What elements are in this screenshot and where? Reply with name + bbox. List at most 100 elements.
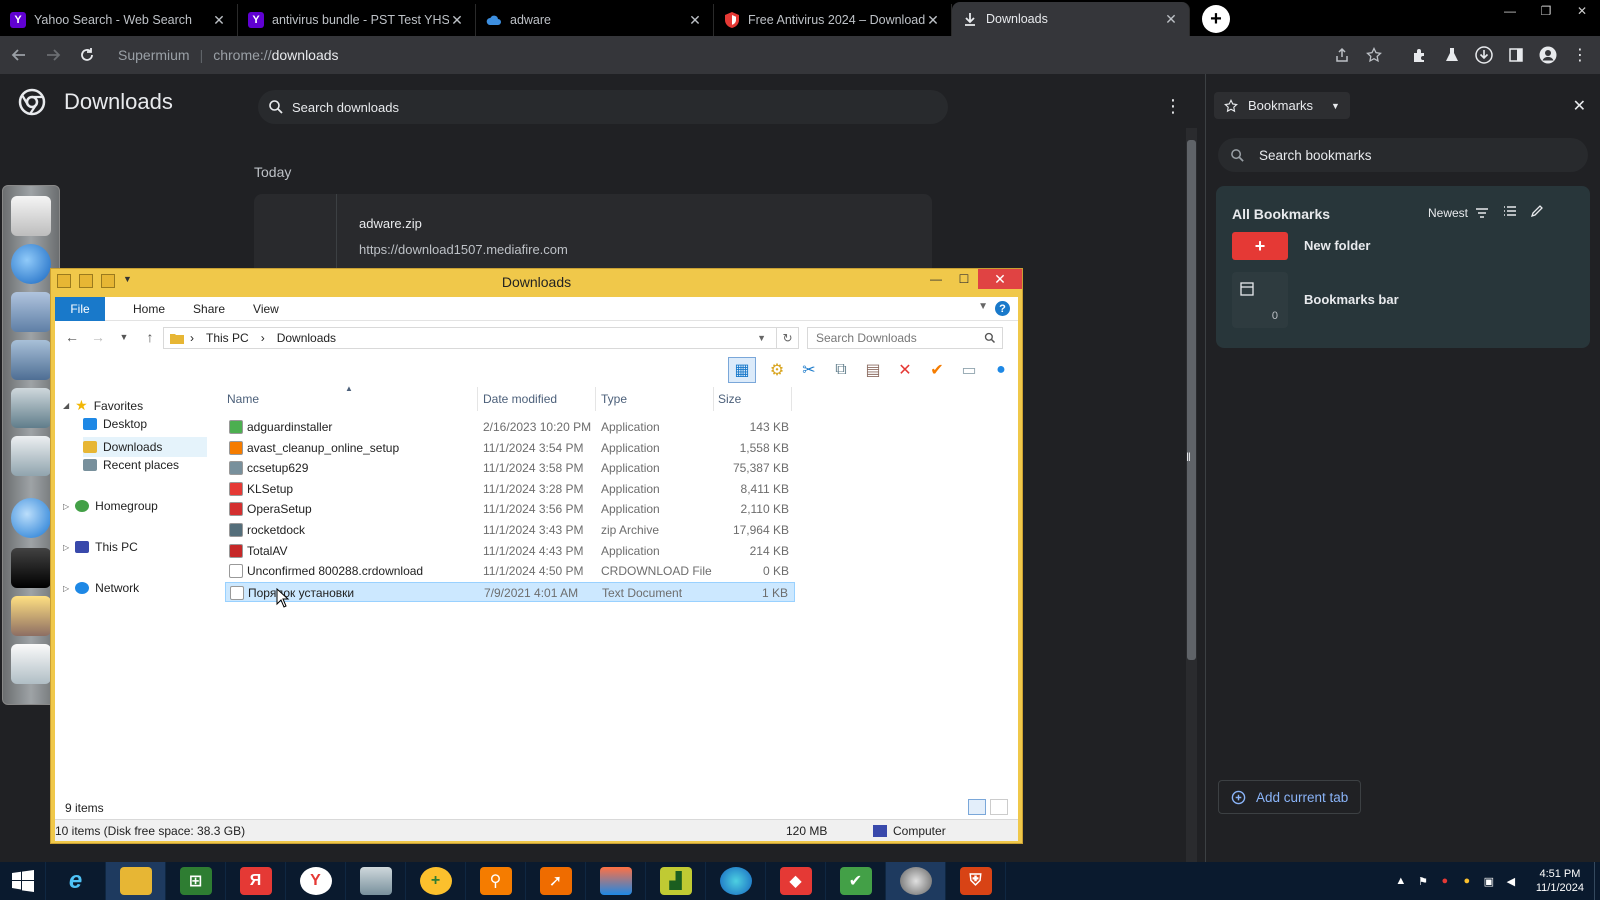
taskbar-ie-icon[interactable]: e — [46, 862, 106, 900]
tab-free-antivirus[interactable]: Free Antivirus 2024 – Download ✕ — [714, 4, 952, 36]
back-icon[interactable]: ← — [59, 329, 85, 345]
panel-resize-handle[interactable]: ‖ — [1186, 450, 1196, 466]
tray-expand-icon[interactable]: ▲ — [1393, 873, 1409, 889]
close-window-icon[interactable]: ✕ — [1564, 0, 1600, 22]
tab-yahoo-search[interactable]: Y Yahoo Search - Web Search ✕ — [0, 4, 238, 36]
dock-hammer-icon[interactable] — [11, 596, 51, 636]
refresh-icon[interactable]: ↻ — [777, 327, 799, 349]
column-name[interactable]: Name — [227, 392, 259, 406]
tab-downloads[interactable]: Downloads ✕ — [952, 2, 1190, 36]
dock-recycle-bin-icon[interactable] — [11, 644, 51, 684]
scissors-icon[interactable]: ✂ — [798, 359, 820, 381]
table-row[interactable]: avast_cleanup_online_setup 11/1/2024 3:54… — [225, 438, 795, 459]
column-type[interactable]: Type — [601, 392, 627, 406]
list-view-icon[interactable] — [1503, 204, 1517, 218]
clock[interactable]: 4:51 PM 11/1/2024 — [1536, 867, 1584, 895]
large-icons-view-icon[interactable] — [990, 799, 1008, 815]
checkmark-icon[interactable]: ✔ — [926, 359, 948, 381]
column-divider[interactable] — [713, 387, 714, 411]
taskbar-yandex-icon[interactable]: Я — [226, 862, 286, 900]
taskbar-shield-icon[interactable]: ⛨ — [946, 862, 1006, 900]
up-icon[interactable]: ↑ — [137, 329, 163, 345]
tab-antivirus-bundle[interactable]: Y antivirus bundle - PST Test YHS ✕ — [238, 4, 476, 36]
taskbar-app-icon[interactable]: ◆ — [766, 862, 826, 900]
tray-flag-icon[interactable]: ⚑ — [1415, 873, 1431, 889]
breadcrumb[interactable]: › This PC › Downloads ▼ — [163, 327, 777, 349]
forward-icon[interactable] — [38, 40, 68, 70]
column-divider[interactable] — [595, 387, 596, 411]
dock-globe-icon[interactable] — [11, 244, 51, 284]
tray-app-icon[interactable]: ● — [1437, 873, 1453, 889]
show-desktop-button[interactable] — [1594, 862, 1600, 900]
side-panel-icon[interactable] — [1502, 40, 1530, 70]
copy-icon[interactable]: ⧉ — [830, 359, 852, 381]
taskbar-chart-icon[interactable]: ▟ — [646, 862, 706, 900]
dock-tools-icon[interactable] — [11, 436, 51, 476]
close-tab-icon[interactable]: ✕ — [211, 12, 227, 29]
browser-menu-icon[interactable]: ⋮ — [1566, 40, 1594, 70]
layout-pane-icon[interactable]: ▦ — [728, 357, 756, 383]
nav-downloads[interactable]: Downloads — [83, 437, 207, 457]
search-bookmarks-input[interactable]: Search bookmarks — [1218, 138, 1588, 172]
minimize-icon[interactable]: — — [922, 269, 950, 289]
close-tab-icon[interactable]: ✕ — [925, 12, 941, 29]
delete-icon[interactable]: ✕ — [894, 359, 916, 381]
taskbar-check-icon[interactable]: ✔ — [826, 862, 886, 900]
column-size[interactable]: Size — [718, 392, 741, 406]
new-folder-label[interactable]: New folder — [1304, 238, 1370, 253]
table-row[interactable]: Порядок установки 7/9/2021 4:01 AM Text Do… — [225, 581, 795, 603]
search-downloads-input[interactable]: Search downloads — [258, 90, 948, 124]
table-row[interactable]: ccsetup629 11/1/2024 3:58 PM Application 75… — [225, 458, 795, 479]
dock-document-icon[interactable] — [11, 196, 51, 236]
download-indicator-icon[interactable] — [1470, 40, 1498, 70]
recent-locations-icon[interactable]: ▼ — [111, 332, 137, 342]
table-row[interactable]: adguardinstaller 2/16/2023 10:20 PM Applic… — [225, 417, 795, 438]
column-divider[interactable] — [477, 387, 478, 411]
taskbar-supermium-icon[interactable] — [886, 862, 946, 900]
expand-ribbon-icon[interactable]: ▼ — [978, 301, 988, 312]
taskbar-edge-icon[interactable] — [706, 862, 766, 900]
details-view-icon[interactable] — [968, 799, 986, 815]
taskbar-rocket-icon[interactable]: ➚ — [526, 862, 586, 900]
ribbon-tab-share[interactable]: Share — [193, 302, 225, 316]
add-current-tab-button[interactable]: Add current tab — [1218, 780, 1362, 814]
organize-icon[interactable]: ⚙ — [766, 359, 788, 381]
taskbar-store-icon[interactable]: ⊞ — [166, 862, 226, 900]
reload-icon[interactable] — [72, 40, 102, 70]
column-divider[interactable] — [791, 387, 792, 411]
search-downloads-field[interactable]: Search Downloads — [807, 327, 1003, 349]
new-tab-button[interactable]: + — [1202, 5, 1230, 33]
tab-adware[interactable]: adware ✕ — [476, 4, 714, 36]
breadcrumb-downloads[interactable]: Downloads — [277, 331, 336, 345]
maximize-icon[interactable]: ☐ — [950, 269, 978, 289]
properties-panel-icon[interactable]: ▭ — [958, 359, 980, 381]
ribbon-tab-file[interactable]: File — [55, 296, 105, 321]
breadcrumb-this-pc[interactable]: This PC — [206, 331, 249, 345]
paste-icon[interactable]: ▤ — [862, 359, 884, 381]
table-row[interactable]: TotalAV 11/1/2024 4:43 PM Application 214 K… — [225, 541, 795, 562]
taskbar-tools-icon[interactable] — [586, 862, 646, 900]
column-date[interactable]: Date modified — [483, 392, 557, 406]
download-file-name[interactable]: adware.zip — [359, 216, 422, 231]
start-button[interactable] — [0, 862, 46, 900]
close-tab-icon[interactable]: ✕ — [1163, 11, 1179, 28]
taskbar-plus-icon[interactable]: + — [406, 862, 466, 900]
share-icon[interactable] — [1328, 40, 1356, 70]
table-row[interactable]: rocketdock 11/1/2024 3:43 PM zip Archive 17… — [225, 520, 795, 541]
sort-button[interactable]: Newest — [1428, 206, 1489, 220]
help-icon[interactable]: ? — [995, 301, 1010, 316]
nav-this-pc[interactable]: ▷ This PC — [63, 540, 138, 554]
download-url[interactable]: https://download1507.mediafire.com — [359, 242, 568, 257]
tray-network-icon[interactable]: ▣ — [1481, 873, 1497, 889]
omnibox[interactable]: Supermium | chrome:// downloads — [110, 40, 1360, 70]
expand-arrow-icon[interactable]: ▷ — [63, 502, 69, 511]
downloads-more-icon[interactable]: ⋮ — [1164, 96, 1182, 117]
nav-favorites[interactable]: ◢ ★ Favorites — [63, 397, 143, 414]
restore-icon[interactable]: ❐ — [1528, 0, 1564, 22]
close-window-icon[interactable]: ✕ — [978, 269, 1022, 289]
taskbar-yandex-browser-icon[interactable]: Y — [286, 862, 346, 900]
dock-computer-icon[interactable] — [11, 388, 51, 428]
table-row[interactable]: KLSetup 11/1/2024 3:28 PM Application 8,411… — [225, 479, 795, 500]
explorer-titlebar[interactable]: ▼ Downloads — ☐ ✕ — [51, 269, 1022, 297]
nav-homegroup[interactable]: ▷ Homegroup — [63, 499, 158, 513]
